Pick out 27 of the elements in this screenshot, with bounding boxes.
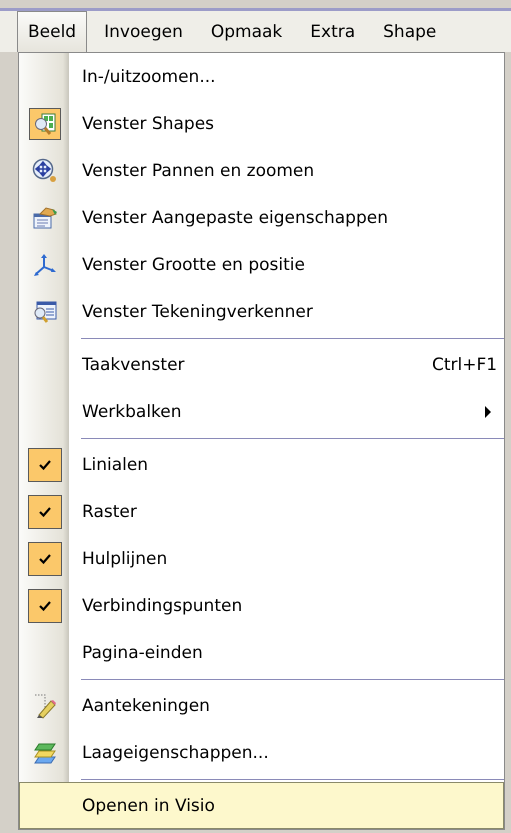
menu-item[interactable]: Venster Pannen en zoomen	[19, 147, 504, 194]
menu-item[interactable]: Venster Tekeningverkenner	[19, 288, 504, 335]
menu-item[interactable]: Laageigenschappen...	[19, 729, 504, 776]
submenu-arrow-icon	[484, 406, 492, 418]
checkmark-icon	[38, 600, 52, 612]
menu-item[interactable]: Openen in Visio	[19, 782, 504, 829]
menu-item[interactable]: Werkbalken	[19, 388, 504, 435]
menu-item[interactable]: Hulplijnen	[19, 535, 504, 582]
menu-bar-item[interactable]: Shape	[372, 11, 448, 52]
menu-item[interactable]: In-/uitzoomen...	[19, 53, 504, 100]
menu-item[interactable]: Aantekeningen	[19, 682, 504, 729]
menu-bar-item[interactable]: Opmaak	[200, 11, 294, 52]
menu-item[interactable]: Venster Aangepaste eigenschappen	[19, 194, 504, 241]
checkmark-icon	[38, 552, 52, 564]
menu-bar-item[interactable]: Invoegen	[93, 11, 194, 52]
menu-item[interactable]: Venster Shapes	[19, 100, 504, 147]
menu-bar-item[interactable]: Beeld	[17, 11, 88, 52]
menu-item[interactable]: Linialen	[19, 441, 504, 488]
menu-item[interactable]: Venster Grootte en positie	[19, 241, 504, 288]
menu-bar-item[interactable]: Extra	[299, 11, 366, 52]
menu-item[interactable]: Taakvenster Ctrl+F1	[19, 341, 504, 388]
checkmark-icon	[38, 506, 52, 518]
menu-item[interactable]: Pagina-einden	[19, 629, 504, 676]
menu-item[interactable]: Raster	[19, 488, 504, 535]
checkmark-icon	[38, 458, 52, 470]
shortcut-label: Ctrl+F1	[432, 354, 498, 374]
menu-item[interactable]: Verbindingspunten	[19, 582, 504, 629]
